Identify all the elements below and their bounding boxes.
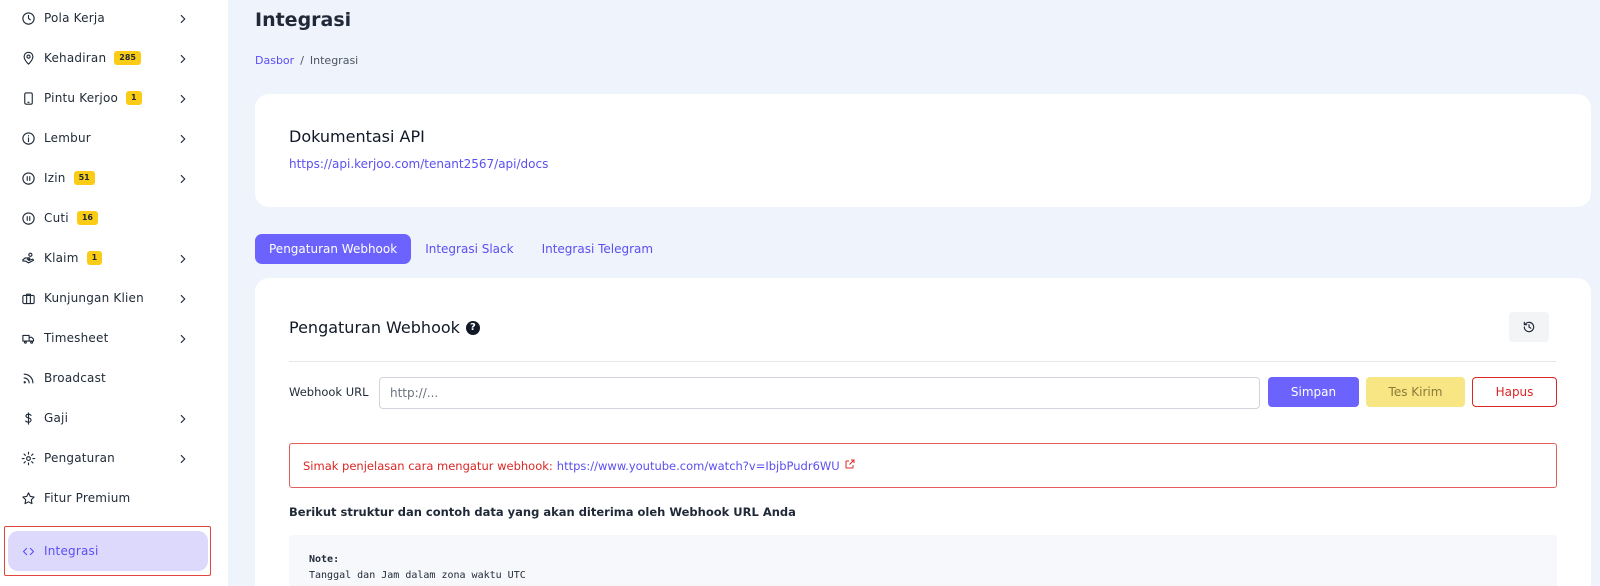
sidebar-item-label: Pola Kerja: [44, 11, 105, 25]
sidebar-item-pintu-kerjoo[interactable]: Pintu Kerjoo 1: [8, 78, 208, 118]
sidebar-item-label: Fitur Premium: [44, 491, 131, 505]
sidebar-item-pengaturan[interactable]: Pengaturan: [8, 438, 208, 478]
delete-button[interactable]: Hapus: [1472, 377, 1557, 407]
history-button[interactable]: [1509, 312, 1549, 342]
integration-tabs: Pengaturan Webhook Integrasi Slack Integ…: [255, 234, 667, 264]
question-circle-icon[interactable]: ?: [465, 320, 480, 335]
tab-integrasi-telegram[interactable]: Integrasi Telegram: [528, 234, 668, 264]
sidebar-item-timesheet[interactable]: Timesheet: [8, 318, 208, 358]
sidebar-item-integrasi[interactable]: Integrasi: [8, 531, 208, 571]
tab-pengaturan-webhook[interactable]: Pengaturan Webhook: [255, 234, 412, 264]
count-badge: 285: [114, 51, 141, 65]
sidebar-item-klaim[interactable]: Klaim 1: [8, 238, 208, 278]
sidebar-item-label: Pengaturan: [44, 451, 115, 465]
sidebar-item-kehadiran[interactable]: Kehadiran 285: [8, 38, 208, 78]
briefcase-icon: [20, 290, 36, 306]
sidebar: Pola Kerja Kehadiran 285 Pintu Kerjoo 1 …: [0, 0, 228, 586]
webhook-url-input[interactable]: [379, 377, 1260, 409]
pause-circle-icon: [20, 170, 36, 186]
sidebar-item-gaji[interactable]: Gaji: [8, 398, 208, 438]
clock-icon: [20, 10, 36, 26]
alert-text: Simak penjelasan cara mengatur webhook:: [303, 458, 553, 473]
sidebar-item-label: Klaim: [44, 251, 79, 265]
sidebar-item-label: Integrasi: [44, 544, 99, 558]
chevron-right-icon: [176, 171, 190, 185]
chevron-right-icon: [176, 451, 190, 465]
code-sample-block: Note: Tanggal dan Jam dalam zona waktu U…: [289, 535, 1557, 586]
youtube-tutorial-link[interactable]: https://www.youtube.com/watch?v=IbjbPudr…: [557, 459, 840, 473]
sidebar-item-label: Timesheet: [44, 331, 109, 345]
breadcrumb: Dasbor / Integrasi: [255, 54, 358, 67]
external-link-icon[interactable]: [840, 459, 856, 473]
page-title: Integrasi: [255, 9, 352, 31]
count-badge: 51: [73, 171, 95, 185]
chevron-right-icon: [176, 251, 190, 265]
history-icon: [1522, 320, 1536, 334]
info-icon: [20, 130, 36, 146]
gear-icon: [20, 450, 36, 466]
structure-description: Berikut struktur dan contoh data yang ak…: [289, 505, 796, 519]
sidebar-item-fitur-premium[interactable]: Fitur Premium: [8, 478, 208, 518]
location-pin-icon: [20, 50, 36, 66]
tablet-icon: [20, 90, 36, 106]
sidebar-item-label: Lembur: [44, 131, 91, 145]
chevron-right-icon: [176, 11, 190, 25]
sidebar-item-label: Izin: [44, 171, 66, 185]
tab-integrasi-slack[interactable]: Integrasi Slack: [411, 234, 527, 264]
chevron-right-icon: [176, 131, 190, 145]
test-send-button[interactable]: Tes Kirim: [1366, 377, 1465, 407]
webhook-url-label: Webhook URL: [289, 385, 369, 399]
breadcrumb-home-link[interactable]: Dasbor: [255, 54, 294, 67]
webhook-section-title: Pengaturan Webhook ?: [289, 318, 480, 337]
api-docs-link[interactable]: https://api.kerjoo.com/tenant2567/api/do…: [289, 157, 548, 171]
chevron-right-icon: [176, 91, 190, 105]
sidebar-item-label: Kehadiran: [44, 51, 107, 65]
api-docs-card: Dokumentasi API https://api.kerjoo.com/t…: [255, 94, 1591, 207]
breadcrumb-separator: /: [300, 54, 304, 67]
sidebar-item-broadcast[interactable]: Broadcast: [8, 358, 208, 398]
code-icon: [20, 543, 36, 559]
count-badge: 16: [76, 211, 98, 225]
rss-icon: [20, 370, 36, 386]
webhook-settings-card: Pengaturan Webhook ? Webhook URL Simpan …: [255, 278, 1591, 586]
sidebar-item-label: Broadcast: [44, 371, 106, 385]
chevron-right-icon: [176, 291, 190, 305]
truck-clock-icon: [20, 330, 36, 346]
sidebar-item-izin[interactable]: Izin 51: [8, 158, 208, 198]
note-line: Tanggal dan Jam dalam zona waktu UTC: [309, 570, 526, 581]
dollar-icon: [20, 410, 36, 426]
save-button[interactable]: Simpan: [1268, 377, 1359, 407]
note-title: Note:: [309, 554, 340, 565]
sidebar-item-lembur[interactable]: Lembur: [8, 118, 208, 158]
sidebar-item-label: Cuti: [44, 211, 69, 225]
count-badge: 1: [86, 251, 103, 265]
hand-coin-icon: [20, 250, 36, 266]
sidebar-item-cuti[interactable]: Cuti 16: [8, 198, 208, 238]
sidebar-item-label: Pintu Kerjoo: [44, 91, 119, 105]
webhook-help-alert: Simak penjelasan cara mengatur webhook: …: [289, 443, 1557, 488]
sidebar-item-label: Kunjungan Klien: [44, 291, 144, 305]
api-docs-title: Dokumentasi API: [289, 127, 425, 146]
sidebar-item-pola-kerja[interactable]: Pola Kerja: [8, 0, 208, 38]
star-icon: [20, 490, 36, 506]
chevron-right-icon: [176, 51, 190, 65]
section-divider: [289, 361, 1556, 362]
sidebar-item-kunjungan-klien[interactable]: Kunjungan Klien: [8, 278, 208, 318]
pause-circle-icon: [20, 210, 36, 226]
chevron-right-icon: [176, 331, 190, 345]
chevron-right-icon: [176, 411, 190, 425]
sidebar-item-label: Gaji: [44, 411, 69, 425]
webhook-title-text: Pengaturan Webhook: [289, 318, 460, 337]
count-badge: 1: [126, 91, 142, 105]
breadcrumb-current: Integrasi: [309, 54, 359, 67]
